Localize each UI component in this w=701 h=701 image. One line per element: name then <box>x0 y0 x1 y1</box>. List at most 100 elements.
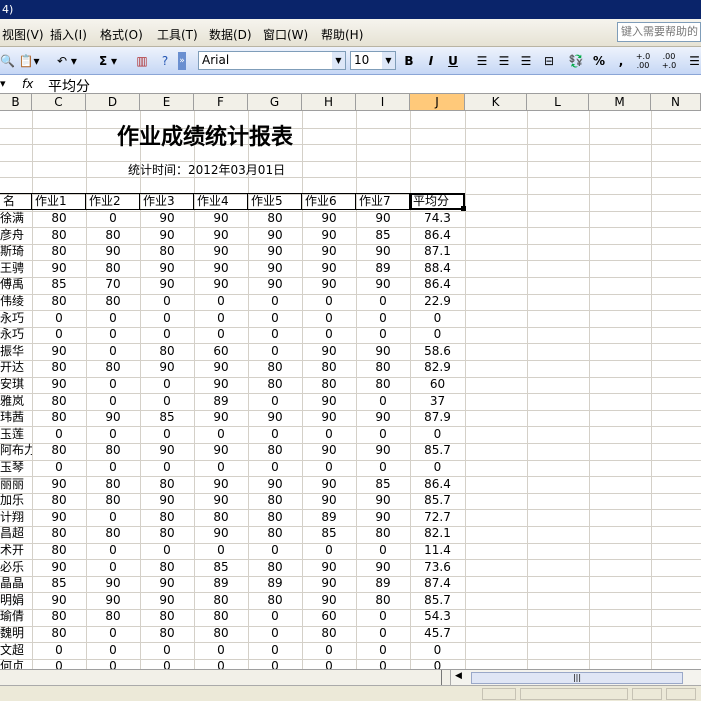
score-cell[interactable]: 80 <box>140 559 194 575</box>
score-cell[interactable]: 80 <box>32 409 86 425</box>
score-cell[interactable]: 80 <box>194 592 248 608</box>
formula-input[interactable]: 平均分 <box>48 76 90 96</box>
score-cell[interactable]: 0 <box>356 393 410 409</box>
student-name[interactable]: 安琪 <box>0 376 32 392</box>
score-cell[interactable]: 0 <box>86 393 140 409</box>
score-cell[interactable]: 0 <box>86 310 140 326</box>
score-cell[interactable]: 90 <box>140 592 194 608</box>
student-name[interactable]: 明娟 <box>0 592 32 608</box>
percent-button[interactable]: % <box>592 52 606 70</box>
score-cell[interactable]: 0 <box>86 326 140 342</box>
score-cell[interactable]: 90 <box>356 276 410 292</box>
column-header[interactable]: N <box>651 94 701 110</box>
score-cell[interactable]: 90 <box>248 276 302 292</box>
score-cell[interactable]: 90 <box>302 243 356 259</box>
score-cell[interactable]: 0 <box>302 326 356 342</box>
score-cell[interactable]: 70 <box>86 276 140 292</box>
score-cell[interactable]: 80 <box>302 376 356 392</box>
student-name[interactable]: 计翔 <box>0 509 32 525</box>
score-cell[interactable]: 0 <box>86 625 140 641</box>
average-score[interactable]: 86.4 <box>410 276 465 292</box>
header-hw4-cell[interactable]: 作业4 <box>194 193 248 210</box>
menu-format[interactable]: 格式(O) <box>100 26 143 43</box>
score-cell[interactable]: 0 <box>86 542 140 558</box>
score-cell[interactable]: 0 <box>194 310 248 326</box>
score-cell[interactable]: 80 <box>32 608 86 624</box>
student-name[interactable]: 阿布力 <box>0 442 32 458</box>
column-header[interactable]: B <box>0 94 32 110</box>
score-cell[interactable]: 0 <box>356 426 410 442</box>
average-score[interactable]: 86.4 <box>410 227 465 243</box>
score-cell[interactable]: 0 <box>32 658 86 669</box>
score-cell[interactable]: 80 <box>32 243 86 259</box>
menu-insert[interactable]: 插入(I) <box>50 26 87 43</box>
average-score[interactable]: 87.1 <box>410 243 465 259</box>
score-cell[interactable]: 0 <box>356 608 410 624</box>
score-cell[interactable]: 80 <box>32 525 86 541</box>
score-cell[interactable]: 90 <box>140 276 194 292</box>
average-score[interactable]: 0 <box>410 426 465 442</box>
scroll-left-icon[interactable]: ◀ <box>455 671 462 681</box>
average-score[interactable]: 54.3 <box>410 608 465 624</box>
student-name[interactable]: 加乐 <box>0 492 32 508</box>
align-left-icon[interactable]: ☰ <box>474 52 490 70</box>
score-cell[interactable]: 0 <box>248 658 302 669</box>
average-score[interactable]: 0 <box>410 459 465 475</box>
student-name[interactable]: 晶晶 <box>0 575 32 591</box>
worksheet-grid[interactable]: 作业成绩统计报表 统计时间：2012年03月01日 名 作业1 作业2 作业3 作业4 作… <box>0 111 701 669</box>
score-cell[interactable]: 80 <box>140 509 194 525</box>
average-score[interactable]: 60 <box>410 376 465 392</box>
score-cell[interactable]: 0 <box>140 376 194 392</box>
score-cell[interactable]: 90 <box>32 559 86 575</box>
bold-button[interactable]: B <box>402 52 416 70</box>
average-score[interactable]: 82.1 <box>410 525 465 541</box>
score-cell[interactable]: 60 <box>302 608 356 624</box>
score-cell[interactable]: 90 <box>140 442 194 458</box>
score-cell[interactable]: 90 <box>356 492 410 508</box>
score-cell[interactable]: 80 <box>140 343 194 359</box>
score-cell[interactable]: 0 <box>86 559 140 575</box>
score-cell[interactable]: 90 <box>194 476 248 492</box>
score-cell[interactable]: 89 <box>248 575 302 591</box>
score-cell[interactable]: 90 <box>140 210 194 226</box>
student-name[interactable]: 玉琴 <box>0 459 32 475</box>
indent-icon[interactable]: ☰ <box>688 52 701 70</box>
score-cell[interactable]: 80 <box>86 608 140 624</box>
score-cell[interactable]: 80 <box>32 210 86 226</box>
score-cell[interactable]: 90 <box>302 476 356 492</box>
score-cell[interactable]: 0 <box>356 642 410 658</box>
score-cell[interactable]: 80 <box>140 476 194 492</box>
student-name[interactable]: 术开 <box>0 542 32 558</box>
column-header[interactable]: M <box>589 94 651 110</box>
score-cell[interactable]: 0 <box>86 658 140 669</box>
score-cell[interactable]: 0 <box>32 642 86 658</box>
score-cell[interactable]: 0 <box>194 642 248 658</box>
score-cell[interactable]: 0 <box>140 310 194 326</box>
column-header[interactable]: K <box>465 94 527 110</box>
score-cell[interactable]: 90 <box>356 210 410 226</box>
score-cell[interactable]: 0 <box>356 658 410 669</box>
score-cell[interactable]: 80 <box>86 260 140 276</box>
score-cell[interactable]: 80 <box>302 625 356 641</box>
column-header[interactable]: F <box>194 94 248 110</box>
score-cell[interactable]: 80 <box>302 359 356 375</box>
score-cell[interactable]: 0 <box>140 642 194 658</box>
average-score[interactable]: 85.7 <box>410 442 465 458</box>
score-cell[interactable]: 0 <box>302 642 356 658</box>
score-cell[interactable]: 80 <box>86 492 140 508</box>
score-cell[interactable]: 90 <box>248 260 302 276</box>
score-cell[interactable]: 0 <box>248 426 302 442</box>
average-score[interactable]: 22.9 <box>410 293 465 309</box>
decrease-decimal-button[interactable]: .00 +.0 <box>658 52 680 70</box>
toolbar-options-icon[interactable]: » <box>178 52 186 70</box>
score-cell[interactable]: 0 <box>86 376 140 392</box>
score-cell[interactable]: 90 <box>86 243 140 259</box>
score-cell[interactable]: 90 <box>194 276 248 292</box>
score-cell[interactable]: 0 <box>194 542 248 558</box>
score-cell[interactable]: 0 <box>302 542 356 558</box>
average-score[interactable]: 11.4 <box>410 542 465 558</box>
score-cell[interactable]: 0 <box>356 459 410 475</box>
score-cell[interactable]: 80 <box>356 525 410 541</box>
score-cell[interactable]: 80 <box>248 210 302 226</box>
score-cell[interactable]: 85 <box>32 276 86 292</box>
